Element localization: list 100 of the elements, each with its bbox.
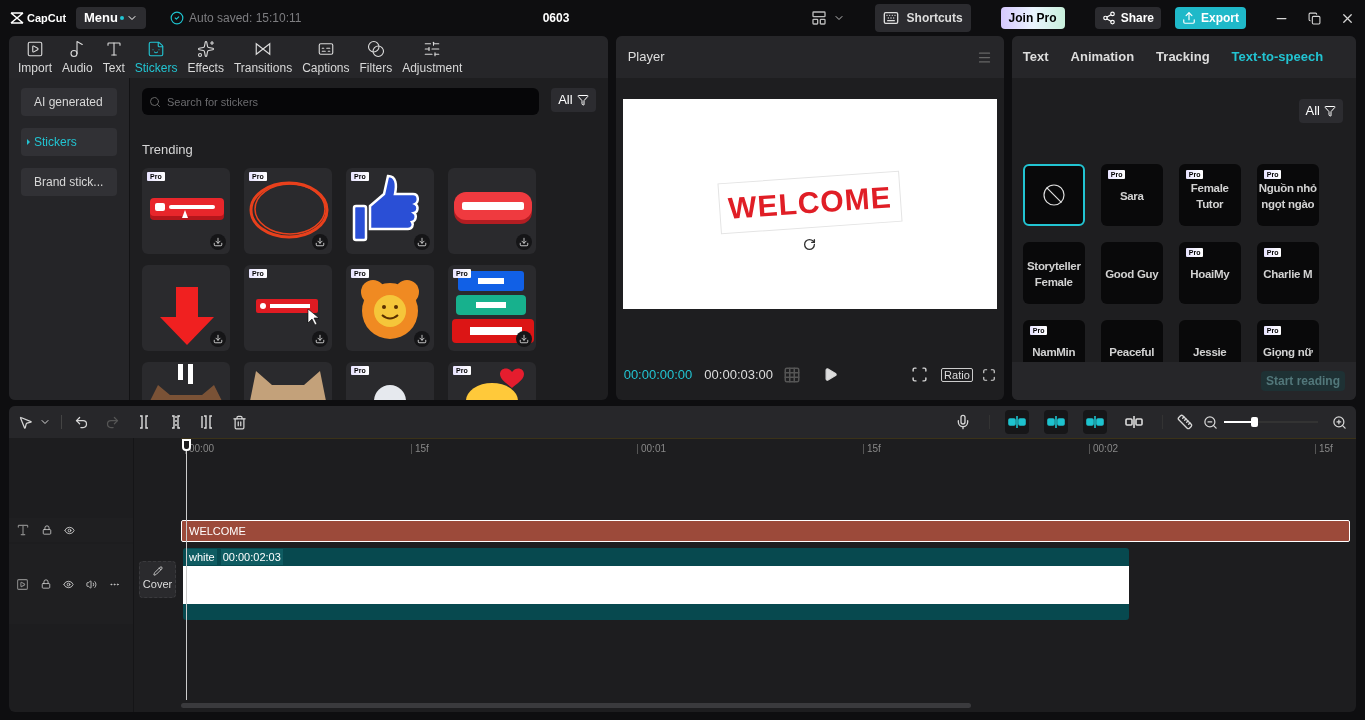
text-track-icon — [16, 523, 30, 537]
upload-icon — [1182, 11, 1196, 25]
text-selection-box[interactable]: WELCOME — [717, 170, 903, 235]
zoom-slider[interactable] — [1224, 417, 1318, 427]
undo-icon[interactable] — [74, 414, 89, 430]
saved-check-icon — [169, 11, 184, 25]
zoom-out-icon[interactable] — [1203, 414, 1218, 430]
rotate-handle-icon[interactable] — [803, 238, 817, 251]
playhead[interactable] — [181, 439, 191, 700]
ratio-button[interactable]: Ratio — [941, 367, 973, 382]
sticker-tile[interactable] — [448, 167, 536, 254]
filter-button[interactable]: All — [551, 88, 596, 112]
bowtie-icon — [254, 40, 272, 58]
category-item[interactable]: AI generated — [21, 88, 117, 116]
layout-button[interactable] — [810, 10, 845, 26]
keyboard-icon — [882, 10, 899, 26]
media-tab[interactable]: Transitions — [228, 40, 298, 76]
filter-button[interactable]: All — [1298, 99, 1343, 123]
sticker-tile[interactable] — [142, 264, 230, 351]
captions-icon — [316, 40, 335, 58]
sticker-icon — [147, 40, 166, 58]
layout-icon — [810, 10, 827, 26]
media-tab[interactable]: Import — [13, 40, 57, 76]
category-item[interactable]: Stickers — [21, 128, 117, 156]
download-icon[interactable] — [210, 233, 226, 250]
maximize-icon[interactable] — [1308, 11, 1321, 25]
download-icon[interactable] — [414, 233, 430, 250]
inspector-tab[interactable]: Text — [1022, 47, 1049, 67]
shortcuts-button[interactable]: Shortcuts — [874, 4, 971, 32]
join-pro-button[interactable]: Join Pro — [1000, 7, 1065, 29]
download-icon[interactable] — [312, 330, 328, 347]
select-tool-icon[interactable] — [18, 414, 33, 430]
media-tab[interactable]: Filters — [354, 40, 398, 76]
mic-icon[interactable] — [955, 414, 971, 430]
cover-button[interactable]: Cover — [139, 561, 176, 598]
search-icon — [149, 95, 161, 108]
media-tab[interactable]: Stickers — [129, 40, 183, 76]
menu-icon[interactable] — [976, 49, 992, 65]
inspector-tab[interactable]: Animation — [1070, 47, 1135, 67]
filter-icon — [1324, 105, 1336, 117]
snap-icon[interactable] — [1044, 410, 1068, 434]
import-icon — [26, 40, 44, 58]
section-title: Trending — [142, 141, 194, 159]
category-item[interactable]: Brand stick... — [21, 168, 117, 196]
filter-icon — [576, 94, 589, 106]
menu-button[interactable]: Menu — [76, 7, 146, 29]
volume-icon[interactable] — [86, 578, 97, 590]
project-title: 0603 — [542, 10, 570, 27]
sparkle-icon — [196, 40, 215, 58]
search-field[interactable]: Search for stickers — [142, 88, 540, 115]
download-icon[interactable] — [210, 330, 226, 347]
slider-thumb[interactable] — [1251, 417, 1259, 427]
ruler-label: 00:01 — [641, 442, 667, 456]
circles-icon — [366, 40, 385, 58]
video-track-icon — [16, 577, 29, 591]
link-left-icon[interactable] — [1005, 410, 1029, 434]
duration: 00:00:03:00 — [704, 366, 774, 384]
share-button[interactable]: Share — [1094, 7, 1161, 29]
link-icon[interactable] — [1083, 410, 1107, 434]
scan-icon[interactable] — [911, 366, 929, 384]
pencil-icon — [152, 566, 163, 577]
media-tab[interactable]: Text — [97, 40, 130, 76]
video-clip[interactable]: white 00:00:02:03 — [183, 548, 1129, 620]
fullscreen-icon[interactable] — [981, 367, 996, 382]
voice-tile[interactable]: Good Guy — [1100, 242, 1163, 304]
ruler-icon[interactable] — [1177, 414, 1193, 430]
lock-icon[interactable] — [42, 525, 52, 535]
inspector-tab[interactable]: Tracking — [1156, 47, 1210, 67]
download-icon[interactable] — [312, 233, 328, 250]
media-tab[interactable]: Audio — [57, 40, 98, 76]
clip-name: white — [187, 548, 217, 566]
download-icon[interactable] — [414, 330, 430, 347]
media-tab[interactable]: Captions — [297, 40, 355, 76]
media-tab[interactable]: Adjustment — [397, 40, 468, 76]
eye-icon[interactable] — [63, 578, 74, 590]
ruler-label: 15f — [867, 442, 881, 456]
delete-icon[interactable] — [232, 414, 247, 430]
ruler-label: 15f — [415, 442, 429, 456]
logo-icon — [10, 12, 24, 24]
scrollbar[interactable] — [181, 703, 971, 708]
media-tab[interactable]: Effects — [182, 40, 229, 76]
text-clip[interactable]: WELCOME — [181, 520, 1350, 542]
none-icon — [1041, 183, 1066, 207]
play-icon[interactable] — [823, 367, 839, 383]
no-voice-tile[interactable] — [1022, 164, 1085, 226]
voice-tile[interactable]: Storyteller Female — [1022, 242, 1085, 304]
clip-duration: 00:00:02:03 — [220, 548, 283, 566]
voice-tile[interactable]: Jessie — [1178, 320, 1241, 362]
voice-tile[interactable]: Peaceful — [1100, 320, 1163, 362]
share-icon — [1101, 11, 1116, 25]
zoom-in-icon[interactable] — [1332, 414, 1347, 430]
lock-icon[interactable] — [41, 579, 51, 589]
download-icon[interactable] — [516, 233, 532, 250]
panel-title: Player — [627, 48, 665, 67]
current-time: 00:00:00:00 — [623, 366, 693, 384]
eye-icon[interactable] — [64, 524, 75, 536]
autosave-status: Auto saved: 15:10:11 — [188, 10, 302, 27]
ruler-label: 15f — [1319, 442, 1333, 456]
sliders-icon — [423, 40, 442, 58]
inspector-tab[interactable]: Text-to-speech — [1231, 47, 1324, 67]
